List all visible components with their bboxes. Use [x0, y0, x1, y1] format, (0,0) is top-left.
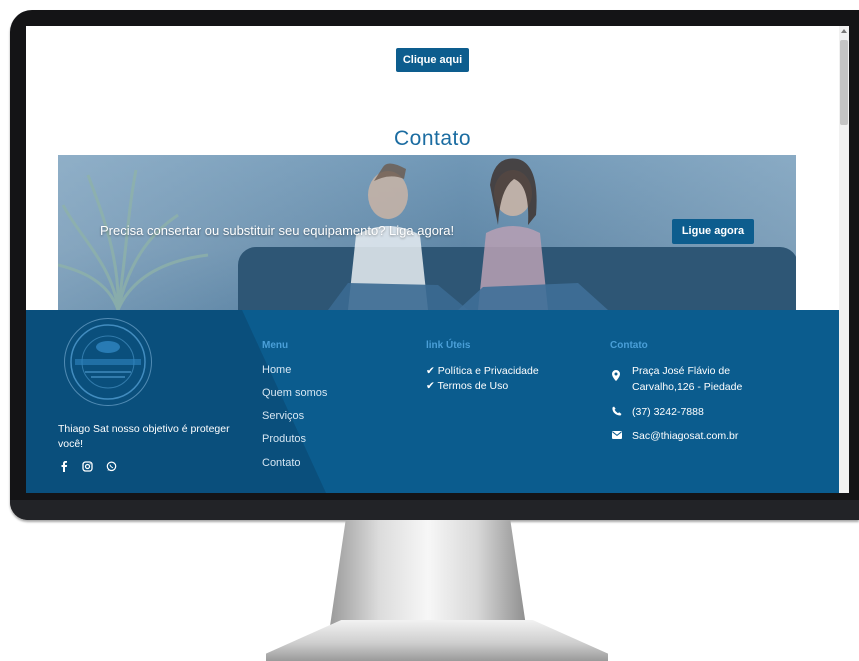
contact-address: Praça José Flávio de Carvalho,126 - Pied…	[632, 363, 742, 395]
contact-title: Contato	[610, 340, 648, 351]
thiago-sat-logo-icon	[64, 318, 152, 406]
link-label: Política e Privacidade	[437, 365, 539, 377]
address-line-2: Carvalho,126 - Piedade	[632, 381, 743, 393]
monitor-stand-base	[266, 620, 608, 661]
address-line-1: Praça José Flávio de	[632, 365, 731, 377]
menu-title: Menu	[262, 340, 289, 351]
check-icon: ✔	[426, 380, 435, 392]
contact-phone[interactable]: (37) 3242-7888	[632, 404, 704, 420]
page-scrollbar[interactable]	[839, 26, 849, 493]
menu-item-servicos[interactable]: Serviços	[262, 410, 304, 422]
instagram-icon[interactable]	[82, 461, 93, 475]
links-title: link Úteis	[426, 340, 471, 351]
link-politica-privacidade[interactable]: ✔ Política e Privacidade	[426, 365, 539, 377]
whatsapp-icon[interactable]	[106, 461, 117, 475]
link-termos-de-uso[interactable]: ✔ Termos de Uso	[426, 380, 508, 392]
footer-tagline: Thiago Sat nosso objetivo é proteger voc…	[58, 423, 230, 450]
contact-email[interactable]: Sac@thiagosat.com.br	[632, 428, 738, 444]
monitor-chin	[10, 500, 859, 520]
menu-item-produtos[interactable]: Produtos	[262, 433, 306, 445]
site-footer: Thiago Sat nosso objetivo é proteger voc…	[26, 310, 839, 493]
ligue-agora-button[interactable]: Ligue agora	[672, 219, 754, 244]
phone-icon	[612, 406, 622, 419]
monitor-stand-neck	[330, 520, 526, 626]
hero-banner: Precisa consertar ou substituir seu equi…	[58, 155, 796, 310]
section-title-contato: Contato	[393, 127, 472, 150]
menu-item-contato[interactable]: Contato	[262, 457, 301, 469]
location-pin-icon	[612, 370, 620, 384]
scroll-thumb[interactable]	[840, 40, 848, 125]
clique-aqui-button[interactable]: Clique aqui	[396, 48, 469, 72]
envelope-icon	[612, 431, 622, 442]
monitor-mockup: Clique aqui Contato Precisa consertar ou…	[0, 0, 859, 661]
menu-item-home[interactable]: Home	[262, 364, 291, 376]
link-label: Termos de Uso	[437, 380, 509, 392]
banner-text: Precisa consertar ou substituir seu equi…	[100, 223, 455, 238]
check-icon: ✔	[426, 365, 435, 377]
screen: Clique aqui Contato Precisa consertar ou…	[26, 26, 849, 493]
menu-item-quem-somos[interactable]: Quem somos	[262, 387, 327, 399]
scroll-up-arrow-icon[interactable]	[841, 29, 847, 33]
facebook-icon[interactable]	[60, 461, 68, 475]
